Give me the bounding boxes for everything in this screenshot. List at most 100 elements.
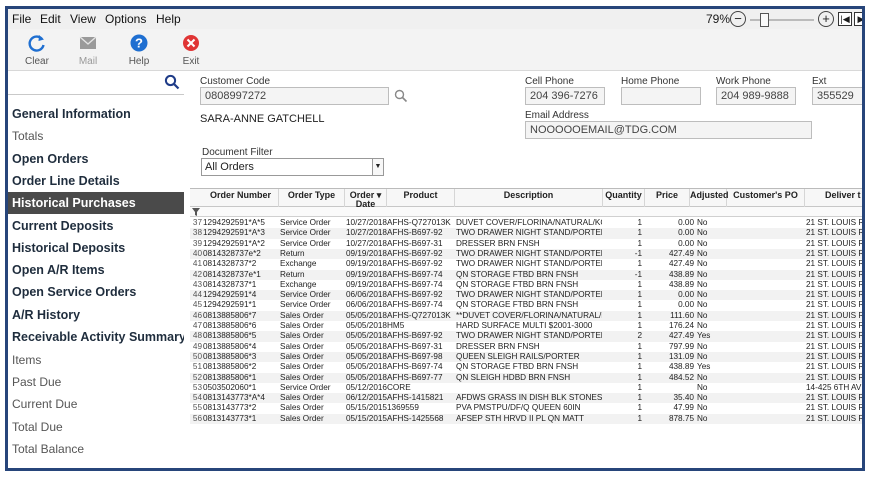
sidebar-item-receivable-activity-summary[interactable]: Receivable Activity Summary xyxy=(8,326,184,348)
table-row[interactable]: 40 0814328737e*2 Return 09/19/2018 AFHS-B697… xyxy=(190,248,862,260)
home-phone-field[interactable] xyxy=(621,87,701,105)
sidebar-item-open-orders[interactable]: Open Orders xyxy=(8,148,184,170)
cell-description: TWO DRAWER NIGHT STAND/PORTER xyxy=(456,248,602,258)
cell-quantity: 1 xyxy=(637,259,642,269)
table-row[interactable]: 45 1294292591*1 Service Order 06/06/2018 AFH… xyxy=(190,300,862,310)
cell-price: 427.49 xyxy=(668,259,694,269)
cell-description: TWO DRAWER NIGHT STAND/PORTER xyxy=(456,228,602,238)
customer-search-icon[interactable] xyxy=(394,89,408,103)
sidebar-item-order-line-details[interactable]: Order Line Details xyxy=(8,170,184,192)
sidebar-item-past-due[interactable]: Past Due xyxy=(8,371,184,393)
next-page-icon[interactable]: ▶ xyxy=(854,12,862,26)
cell-phone-field[interactable]: 204 396-7276 xyxy=(525,87,605,105)
cell-order-number: 1294292591*A*3 xyxy=(203,228,265,238)
cell-order-type: Return xyxy=(280,248,305,258)
cell-quantity: 1 xyxy=(637,403,642,413)
cell-product: AFHS-Q727013K xyxy=(387,310,451,320)
col-order-type[interactable]: Order Type xyxy=(279,189,345,207)
table-row[interactable]: 46 0813885806*7 Sales Order 05/05/2018 AFHS-… xyxy=(190,310,862,321)
cell-adjusted: No xyxy=(697,259,708,269)
cell-order-type: Service Order xyxy=(280,300,331,310)
filter-icon[interactable] xyxy=(192,208,200,216)
sidebar-item-total-balance[interactable]: Total Balance xyxy=(8,438,184,460)
cell-description: DRESSER BRN FNSH xyxy=(456,238,540,248)
sidebar-item-open-service-orders[interactable]: Open Service Orders xyxy=(8,281,184,303)
zoom-out-icon[interactable]: − xyxy=(730,11,746,27)
table-row[interactable]: 42 0814328737e*1 Return 09/19/2018 AFHS-B697… xyxy=(190,269,865,280)
table-row[interactable]: 53 0503502060*1 Service Order 05/12/2016 COR… xyxy=(190,382,862,393)
cell-product: AFHS-B697-74 xyxy=(387,279,443,289)
sidebar-item-items[interactable]: Items xyxy=(8,349,184,371)
table-row[interactable]: 54 0813143773*A*4 Sales Order 06/12/2015 AFH… xyxy=(190,393,862,404)
table-row[interactable]: 52 0813885806*1 Sales Order 05/05/2018 AFHS-… xyxy=(190,372,862,383)
mail-button[interactable]: Mail xyxy=(65,33,111,67)
first-page-icon[interactable]: |◀ xyxy=(838,12,852,26)
table-row[interactable]: 48 0813885806*5 Sales Order 05/05/2018 AFHS-… xyxy=(190,331,862,342)
work-phone-field[interactable]: 204 989-9888 xyxy=(716,87,796,105)
col-adjusted[interactable]: Adjusted xyxy=(690,189,729,207)
menu-view[interactable]: View xyxy=(70,12,96,26)
col-quantity[interactable]: Quantity xyxy=(603,189,645,207)
cell-quantity: 1 xyxy=(637,279,642,289)
chevron-down-icon[interactable]: ▼ xyxy=(372,159,383,175)
clear-button[interactable]: Clear xyxy=(14,33,60,67)
search-icon[interactable] xyxy=(164,74,180,90)
table-row[interactable]: 47 0813885806*6 Sales Order 05/05/2018 HM5 HA… xyxy=(190,321,862,331)
table-row[interactable]: 51 0813885806*2 Sales Order 05/05/2018 AFHS-… xyxy=(190,362,862,372)
col-deliver-to[interactable]: Deliver t xyxy=(805,189,862,207)
menu-file[interactable]: File xyxy=(12,12,31,26)
table-row[interactable]: 50 0813885806*3 Sales Order 05/05/2018 AFHS-… xyxy=(190,351,862,363)
row-number: 55 xyxy=(192,403,202,413)
table-row[interactable]: 43 0814328737*1 Exchange 09/19/2018 AFHS-B69… xyxy=(190,279,862,290)
cell-order-number: 0814328737e*1 xyxy=(203,269,261,279)
sidebar-item-current-deposits[interactable]: Current Deposits xyxy=(8,215,184,237)
table-row[interactable]: 49 0813885806*4 Sales Order 05/05/2018 AFHS-… xyxy=(190,342,862,352)
table-row[interactable]: 37 1294292591*A*5 Service Order 10/27/2018 A… xyxy=(190,218,862,228)
table-row[interactable]: 39 1294292591*A*2 Service Order 10/27/2018 A… xyxy=(190,238,865,249)
sidebar-item-current-due[interactable]: Current Due xyxy=(8,393,184,415)
cell-order-type: Return xyxy=(280,269,305,279)
menu-options[interactable]: Options xyxy=(105,12,146,26)
table-row[interactable]: 44 1294292591*4 Service Order 06/06/2018 AFH… xyxy=(190,290,862,301)
sidebar-item-historical-purchases[interactable]: Historical Purchases xyxy=(8,192,184,214)
cell-product: AFHS-Q727013K xyxy=(387,218,451,227)
ext-field[interactable]: 355529 xyxy=(812,87,862,105)
cell-adjusted: No xyxy=(697,300,708,310)
zoom-slider-thumb[interactable] xyxy=(760,13,769,27)
exit-button[interactable]: Exit xyxy=(168,33,214,67)
cell-order-type: Sales Order xyxy=(280,310,324,320)
cell-order-number: 0503502060*1 xyxy=(203,382,257,392)
menu-edit[interactable]: Edit xyxy=(40,12,61,26)
col-order-date[interactable]: Order ▾ Date xyxy=(345,189,387,209)
cell-order-date: 05/12/2016 xyxy=(346,382,387,392)
table-row[interactable]: 38 1294292591*A*3 Service Order 10/27/2018 A… xyxy=(190,228,862,239)
sidebar-item-ar-history[interactable]: A/R History xyxy=(8,304,184,326)
col-product[interactable]: Product xyxy=(387,189,455,207)
sidebar-item-total-due[interactable]: Total Due xyxy=(8,416,184,438)
col-description[interactable]: Description xyxy=(455,189,603,207)
sidebar-item-general-information[interactable]: General Information xyxy=(8,103,184,125)
col-price[interactable]: Price xyxy=(645,189,690,207)
table-row[interactable]: 55 0813143773*2 Sales Order 05/15/2015 13695… xyxy=(190,403,862,413)
cell-quantity: 1 xyxy=(637,300,642,310)
zoom-in-icon[interactable]: + xyxy=(818,11,834,27)
document-filter-select[interactable]: All Orders ▼ xyxy=(201,158,384,176)
cell-order-date: 09/19/2018 xyxy=(346,269,387,279)
menu-help[interactable]: Help xyxy=(156,12,181,26)
sidebar-item-totals[interactable]: Totals xyxy=(8,125,184,147)
row-number: 42 xyxy=(192,269,202,279)
help-button[interactable]: ? Help xyxy=(116,33,162,67)
col-order-number[interactable]: Order Number xyxy=(203,189,279,207)
sidebar-item-open-ar-items[interactable]: Open A/R Items xyxy=(8,259,184,281)
cell-quantity: 1 xyxy=(637,413,642,423)
cell-order-type: Service Order xyxy=(280,382,331,392)
sidebar-item-historical-deposits[interactable]: Historical Deposits xyxy=(8,237,184,259)
table-row[interactable]: 56 0813143773*1 Sales Order 05/15/2015 AFHS-… xyxy=(190,413,862,424)
col-customer-po[interactable]: Customer's PO xyxy=(727,189,805,207)
cell-adjusted: No xyxy=(697,382,708,392)
cell-deliver-to: 21 ST. LOUIS RD xyxy=(806,269,865,279)
email-field[interactable]: NOOOOOEMAIL@TDG.COM xyxy=(525,121,812,139)
customer-code-field[interactable]: 0808997272 xyxy=(200,87,389,105)
table-row[interactable]: 41 0814328737*2 Exchange 09/19/2018 AFHS-B69… xyxy=(190,259,862,269)
cell-deliver-to: 21 ST. LOUIS RD xyxy=(806,238,865,248)
